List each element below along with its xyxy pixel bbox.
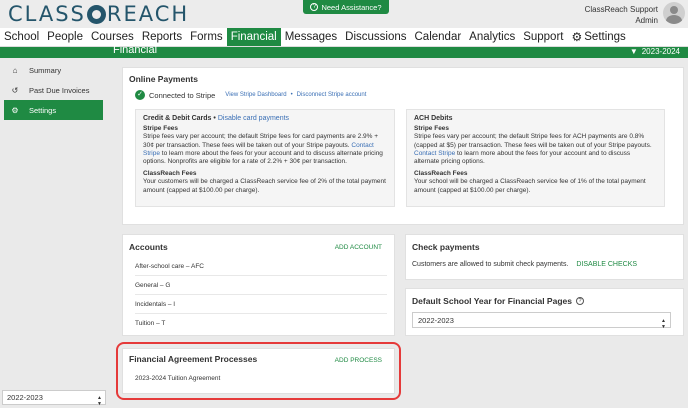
history-icon: ↺	[11, 85, 19, 95]
logo-emblem-icon	[86, 4, 106, 24]
tab-messages[interactable]: Messages	[281, 28, 341, 46]
tab-financial[interactable]: Financial	[226, 28, 281, 46]
disconnect-stripe-link[interactable]: Disconnect Stripe account	[297, 92, 367, 98]
default-year-title-text: Default School Year for Financial Pages	[412, 296, 572, 306]
ach-stripe-fees-title: Stripe Fees	[414, 125, 450, 133]
help-icon[interactable]: ?	[575, 297, 584, 305]
card-fees-pre: Stripe fees vary per account; the defaul…	[143, 133, 379, 149]
tab-calendar[interactable]: Calendar	[411, 28, 466, 46]
ach-classreach-fees-title: ClassReach Fees	[414, 170, 468, 178]
account-row[interactable]: General – G	[135, 276, 387, 295]
sidebar-item-label: Settings	[29, 105, 57, 115]
accounts-card: Accounts ADD ACCOUNT After-school care –…	[122, 234, 395, 336]
default-year-select[interactable]: 2022-2023 ▲ ▼	[412, 312, 671, 330]
select-caret-icon: ▲ ▼	[661, 318, 666, 330]
tab-forms[interactable]: Forms	[186, 28, 227, 46]
link-separator: •	[290, 92, 293, 98]
user-name: ClassReach Support	[584, 5, 658, 14]
logo-text-right: REACH	[106, 2, 190, 26]
need-assistance-button[interactable]: ? Need Assistance?	[303, 0, 389, 14]
online-payments-title: Online Payments	[129, 74, 198, 84]
main-nav: School People Courses Reports Forms Fina…	[0, 28, 688, 47]
tab-settings[interactable]: ⚙ Settings	[567, 28, 629, 46]
account-row[interactable]: Tuition – T	[135, 314, 387, 333]
sidebar-item-past-due[interactable]: ↺ Past Due Invoices	[4, 80, 103, 100]
ach-debits-box: ACH Debits Stripe Fees Stripe fees vary …	[406, 109, 665, 207]
card-heading-text: Credit & Debit Cards	[143, 115, 212, 122]
card-payments-heading: Credit & Debit Cards • Disable card paym…	[143, 115, 387, 123]
ach-fees-pre: Stripe fees vary per account; the defaul…	[414, 133, 652, 149]
page-title: Financial	[113, 44, 158, 56]
default-year-card: Default School Year for Financial Pages …	[405, 288, 684, 336]
connected-text: Connected to Stripe	[149, 90, 216, 100]
accounts-title: Accounts	[129, 242, 168, 252]
check-payments-status: Customers are allowed to submit check pa…	[412, 261, 637, 268]
card-stripe-fees-title: Stripe Fees	[143, 125, 179, 133]
ach-stripe-fees-text: Stripe fees vary per account; the defaul…	[414, 133, 657, 166]
check-payments-card: Check payments Customers are allowed to …	[405, 234, 684, 280]
avatar[interactable]	[663, 2, 685, 24]
default-year-title: Default School Year for Financial Pages …	[412, 296, 584, 306]
tab-school[interactable]: School	[0, 28, 43, 46]
account-row[interactable]: After-school care – AFC	[135, 257, 387, 276]
stripe-status: ✓ Connected to Stripe View Stripe Dashbo…	[135, 90, 366, 100]
gear-icon: ⚙	[11, 105, 19, 115]
year-dropdown[interactable]: ▼ 2023-2024	[630, 47, 680, 56]
card-stripe-fees-text: Stripe fees vary per account; the defaul…	[143, 133, 387, 166]
ach-heading: ACH Debits	[414, 115, 453, 122]
sidebar-year-value: 2022-2023	[7, 393, 43, 402]
tab-support[interactable]: Support	[519, 28, 567, 46]
check-circle-icon: ✓	[135, 90, 145, 100]
sidebar-item-label: Past Due Invoices	[29, 85, 90, 95]
top-bar: CLASS REACH ? Need Assistance? ClassReach…	[0, 0, 688, 28]
card-payments-box: Credit & Debit Cards • Disable card paym…	[135, 109, 395, 207]
check-payments-title: Check payments	[412, 242, 480, 252]
online-payments-card: Online Payments ✓ Connected to Stripe Vi…	[122, 67, 684, 225]
account-row[interactable]: Incidentals – I	[135, 295, 387, 314]
heading-separator: •	[213, 115, 216, 122]
card-fees-post: to learn more about the fees for your ac…	[143, 149, 383, 166]
sidebar: ⌂ Summary ↺ Past Due Invoices ⚙ Settings	[0, 58, 111, 408]
disable-checks-button[interactable]: DISABLE CHECKS	[576, 261, 637, 268]
tab-people[interactable]: People	[43, 28, 87, 46]
classreach-logo[interactable]: CLASS REACH	[8, 2, 190, 26]
contact-stripe-link[interactable]: Contact Stripe	[414, 150, 455, 157]
question-icon: ?	[310, 3, 319, 11]
agreement-row[interactable]: 2023-2024 Tuition Agreement	[135, 375, 220, 382]
financial-agreements-card: Financial Agreement Processes ADD PROCES…	[122, 348, 395, 394]
section-header: Financial ▼ 2023-2024	[0, 44, 688, 58]
chevron-down-icon: ▼	[629, 47, 638, 56]
tab-settings-label: Settings	[584, 31, 626, 43]
check-payments-text: Customers are allowed to submit check pa…	[412, 261, 569, 268]
financial-agreements-title: Financial Agreement Processes	[129, 354, 258, 364]
card-classreach-fees-text: Your customers will be charged a ClassRe…	[143, 178, 386, 194]
tab-analytics[interactable]: Analytics	[465, 28, 519, 46]
need-assistance-label: Need Assistance?	[321, 2, 382, 12]
view-stripe-dashboard-link[interactable]: View Stripe Dashboard	[225, 92, 286, 98]
default-year-value: 2022-2023	[418, 315, 454, 325]
gear-icon: ⚙	[571, 30, 583, 44]
disable-card-payments-link[interactable]: Disable card payments	[218, 115, 289, 122]
select-caret-icon: ▲ ▼	[97, 395, 102, 407]
ach-classreach-fees-text: Your school will be charged a ClassReach…	[414, 178, 646, 194]
add-account-button[interactable]: ADD ACCOUNT	[335, 244, 382, 251]
card-classreach-fees-title: ClassReach Fees	[143, 170, 197, 178]
logo-text-left: CLASS	[8, 2, 86, 26]
user-role: Admin	[635, 16, 658, 25]
home-icon: ⌂	[12, 65, 18, 75]
year-value: 2023-2024	[641, 47, 680, 56]
sidebar-item-label: Summary	[29, 65, 62, 75]
sidebar-item-settings[interactable]: ⚙ Settings	[4, 100, 103, 120]
sidebar-year-select[interactable]: 2022-2023 ▲ ▼	[2, 390, 106, 407]
add-process-button[interactable]: ADD PROCESS	[335, 357, 382, 364]
user-info[interactable]: ClassReach Support Admin	[585, 4, 658, 26]
sidebar-item-summary[interactable]: ⌂ Summary	[4, 60, 103, 80]
tab-discussions[interactable]: Discussions	[341, 28, 410, 46]
